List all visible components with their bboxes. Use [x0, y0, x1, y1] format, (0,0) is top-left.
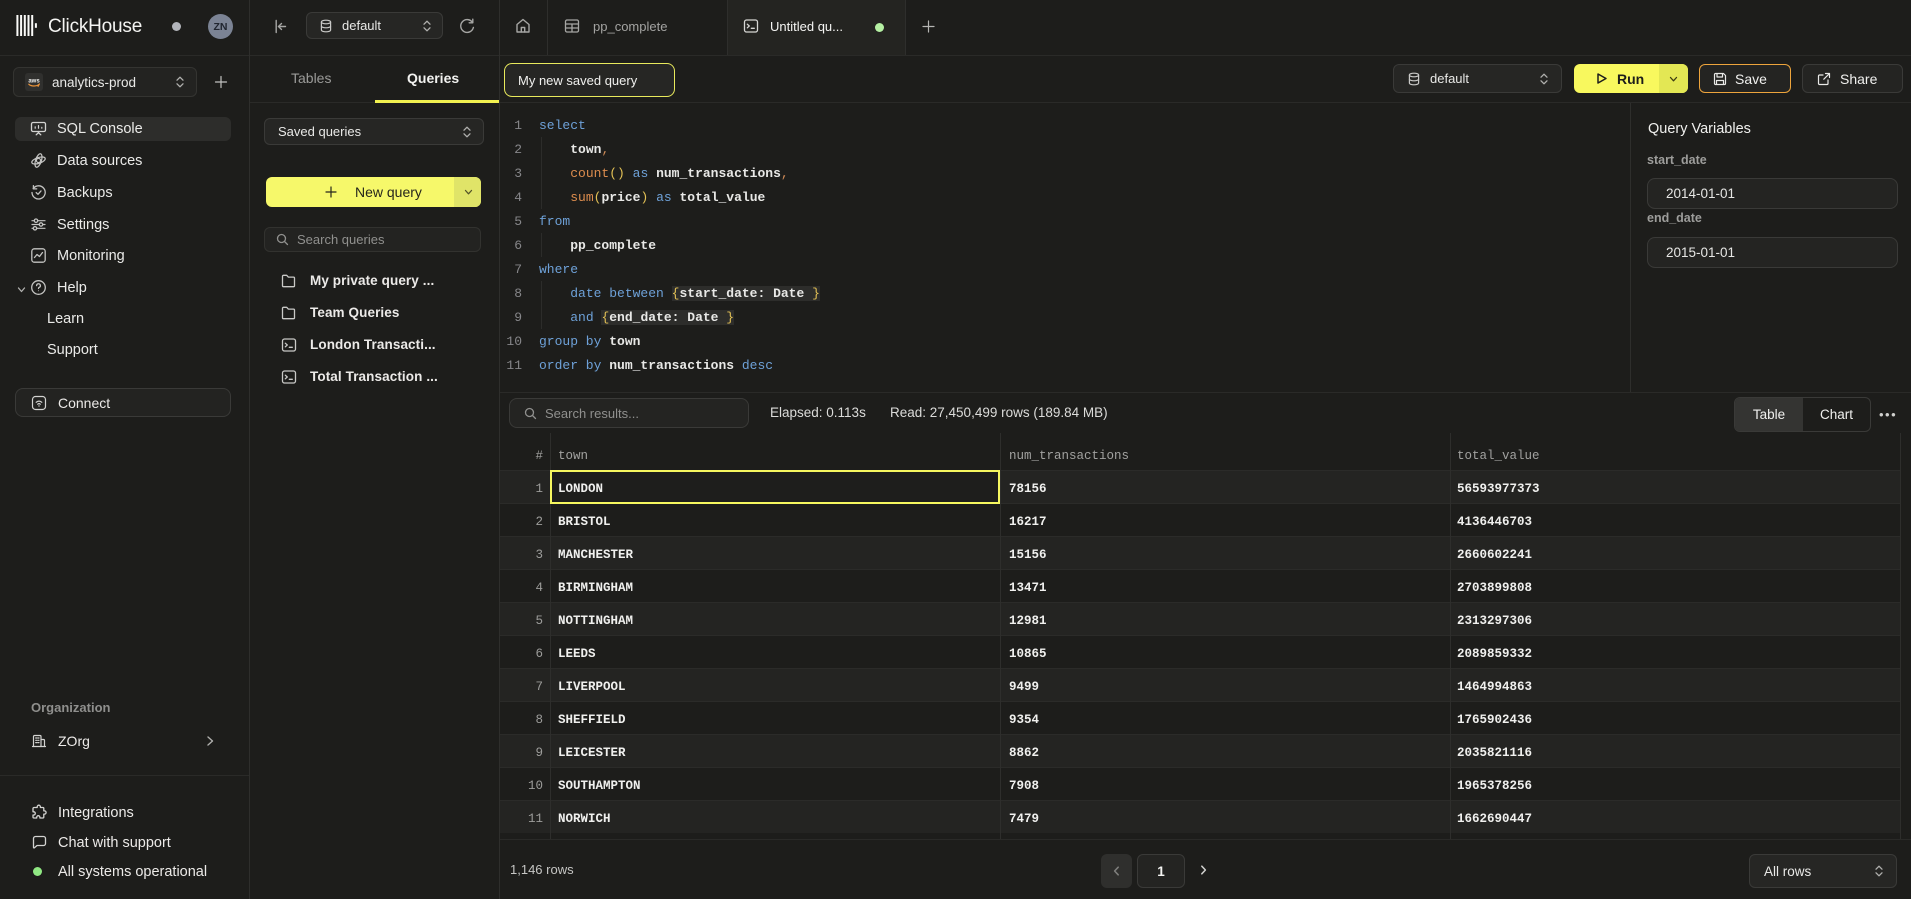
svg-text:aws: aws: [28, 79, 40, 85]
